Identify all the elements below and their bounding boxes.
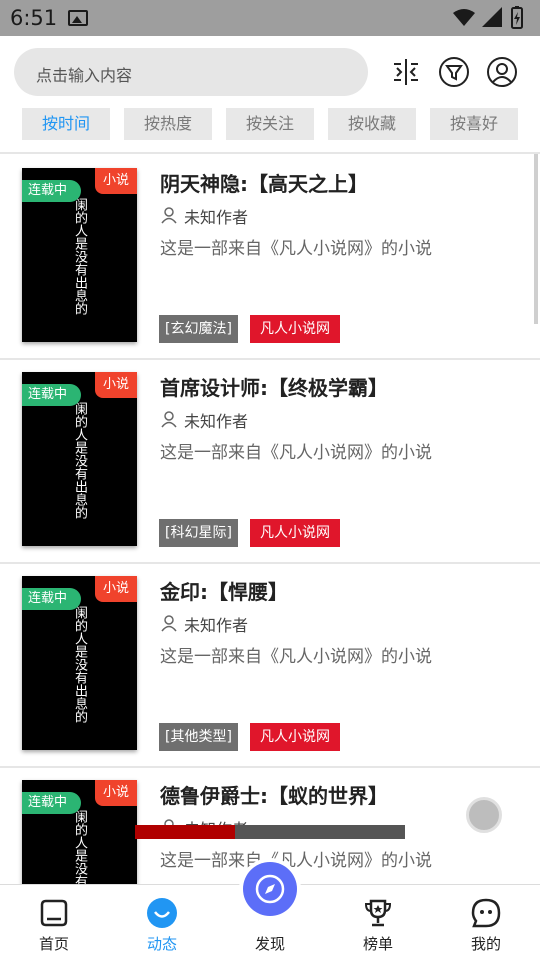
tab-by-follow[interactable]: 按关注 xyxy=(226,108,314,140)
cover-text: 阑的人是没有出息的 xyxy=(72,606,87,723)
home-icon xyxy=(40,899,68,927)
serial-badge: 连载中 xyxy=(22,792,82,814)
person-icon xyxy=(161,411,177,428)
type-badge: 小说 xyxy=(95,372,137,398)
book-author: 未知作者 xyxy=(184,616,249,635)
type-badge: 小说 xyxy=(95,780,137,806)
status-time: 6:51 xyxy=(10,6,58,30)
loading-progress-bar xyxy=(135,825,405,839)
source-tag: 凡人小说网 xyxy=(250,519,340,547)
list-item[interactable]: 阑的人是没有出息的 连载中 小说 阴天神隐:【高天之上】 未知作者 这是一部来自… xyxy=(0,154,540,360)
serial-badge: 连载中 xyxy=(22,180,82,202)
user-icon[interactable] xyxy=(486,56,518,88)
filter-icon[interactable] xyxy=(438,56,470,88)
person-icon xyxy=(161,207,177,224)
book-description: 这是一部来自《凡人小说网》的小说 xyxy=(160,443,432,463)
book-author: 未知作者 xyxy=(184,412,249,431)
category-tag: [科幻星际] xyxy=(159,519,238,547)
battery-icon xyxy=(511,6,523,29)
nav-label-mine: 我的 xyxy=(470,935,501,953)
discover-button[interactable] xyxy=(243,862,297,916)
compare-icon[interactable] xyxy=(390,56,422,88)
nav-mine[interactable]: 我的 xyxy=(432,885,540,960)
serial-badge: 连载中 xyxy=(22,384,82,406)
search-input[interactable]: 点击输入内容 xyxy=(14,48,368,96)
signal-icon xyxy=(482,7,502,27)
cover-text: 阑的人是没有出息的 xyxy=(72,198,87,315)
tab-by-popularity[interactable]: 按热度 xyxy=(124,108,212,140)
compass-icon xyxy=(255,874,285,904)
wifi-icon xyxy=(453,9,475,26)
book-description: 这是一部来自《凡人小说网》的小说 xyxy=(160,851,432,871)
scrollbar[interactable] xyxy=(534,154,538,324)
nav-home[interactable]: 首页 xyxy=(0,885,108,960)
book-title: 首席设计师:【终极学霸】 xyxy=(160,376,388,400)
cover-text: 阑的人是没有出息的 xyxy=(72,402,87,519)
book-cover[interactable]: 阑的人是没有出息的 连载中 小说 xyxy=(22,576,137,750)
progress-fill xyxy=(135,825,235,839)
image-notification-icon xyxy=(68,10,88,26)
book-description: 这是一部来自《凡人小说网》的小说 xyxy=(160,647,432,667)
type-badge: 小说 xyxy=(95,168,137,194)
smile-icon xyxy=(147,898,177,928)
source-tag: 凡人小说网 xyxy=(250,315,340,343)
tab-by-favorites[interactable]: 按收藏 xyxy=(328,108,416,140)
book-cover[interactable]: 阑的人是没有出息的 连载中 小说 xyxy=(22,168,137,342)
book-cover[interactable]: 阑的人是没有出息的 连载中 小说 xyxy=(22,372,137,546)
book-author: 未知作者 xyxy=(184,208,249,227)
nav-label-discover: 发现 xyxy=(254,935,285,953)
book-list: 阑的人是没有出息的 连载中 小说 阴天神隐:【高天之上】 未知作者 这是一部来自… xyxy=(0,154,540,884)
status-icons xyxy=(453,6,523,29)
tab-by-time[interactable]: 按时间 xyxy=(22,108,110,140)
list-item[interactable]: 阑的人是没有出息的 连载中 小说 金印:【悍腰】 未知作者 这是一部来自《凡人小… xyxy=(0,562,540,768)
nav-label-home: 首页 xyxy=(38,935,69,953)
category-tag: [玄幻魔法] xyxy=(159,315,238,343)
book-description: 这是一部来自《凡人小说网》的小说 xyxy=(160,239,432,259)
person-icon xyxy=(161,615,177,632)
type-badge: 小说 xyxy=(95,576,137,602)
nav-ranking[interactable]: 榜单 xyxy=(324,885,432,960)
nav-label-ranking: 榜单 xyxy=(362,935,393,953)
cover-text: 阑的人是没有出息的 xyxy=(72,810,87,884)
book-title: 德鲁伊爵士:【蚁的世界】 xyxy=(160,784,388,808)
book-title: 阴天神隐:【高天之上】 xyxy=(160,172,368,196)
trophy-icon xyxy=(364,899,392,927)
nav-label-dynamic: 动态 xyxy=(146,935,177,953)
book-title: 金印:【悍腰】 xyxy=(160,580,288,604)
status-bar: 6:51 xyxy=(0,0,540,36)
search-placeholder: 点击输入内容 xyxy=(36,66,133,85)
category-tag: [其他类型] xyxy=(159,723,238,751)
serial-badge: 连载中 xyxy=(22,588,82,610)
face-icon xyxy=(471,898,501,928)
list-item[interactable]: 阑的人是没有出息的 连载中 小说 首席设计师:【终极学霸】 未知作者 这是一部来… xyxy=(0,358,540,564)
source-tag: 凡人小说网 xyxy=(250,723,340,751)
nav-dynamic[interactable]: 动态 xyxy=(108,885,216,960)
floating-button[interactable] xyxy=(466,797,502,833)
tab-by-likes[interactable]: 按喜好 xyxy=(430,108,518,140)
book-cover[interactable]: 阑的人是没有出息的 连载中 小说 xyxy=(22,780,137,884)
